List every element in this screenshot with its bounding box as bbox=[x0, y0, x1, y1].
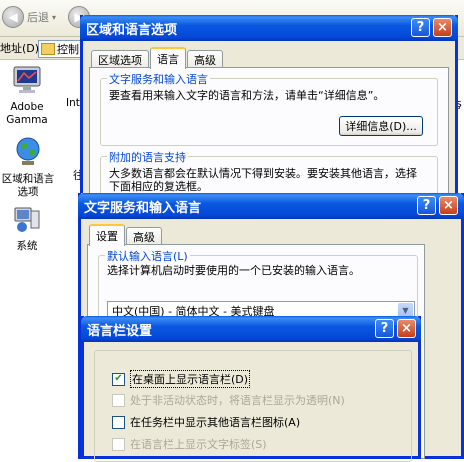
region-dialog-title: 区域和语言选项 bbox=[86, 22, 178, 38]
details-button[interactable]: 详细信息(D)... bbox=[339, 116, 423, 136]
back-label: 后退 bbox=[27, 11, 49, 24]
desktop-icon-label: 系统 bbox=[16, 240, 38, 252]
text-services-tabs: 设置 高级 bbox=[89, 224, 163, 246]
language-bar-title: 语言栏设置 bbox=[87, 323, 153, 339]
option-label: 在桌面上显示语言栏(D) bbox=[130, 370, 251, 388]
language-bar-titlebar[interactable]: 语言栏设置 ? × bbox=[81, 316, 421, 342]
tab-label: 高级 bbox=[133, 230, 155, 244]
tab-advanced[interactable]: 高级 bbox=[126, 227, 162, 245]
option-taskbar-icons[interactable]: 在任务栏中显示其他语言栏图标(A) bbox=[112, 414, 300, 430]
supplemental-line: 下面相应的复选框。 bbox=[109, 180, 208, 193]
folder-icon bbox=[41, 43, 55, 55]
checkbox-icon[interactable] bbox=[112, 393, 125, 407]
option-label: 在语言栏上显示文字标签(S) bbox=[130, 438, 267, 451]
option-label: 在任务栏中显示其他语言栏图标(A) bbox=[130, 416, 301, 429]
desktop-icon-regional-options[interactable]: 区域和语言选项 bbox=[0, 136, 63, 199]
option-label: 处于非活动状态时，将语言栏显示为透明(N) bbox=[130, 394, 345, 407]
tab-label: 区域选项 bbox=[98, 53, 142, 67]
region-tabs: 区域选项 语言 高级 bbox=[91, 47, 224, 69]
language-bar-settings-dialog: 语言栏设置 ? × ✔ 在桌面上显示语言栏(D) 处于非活动状态时，将语言栏显示… bbox=[81, 316, 421, 462]
group-title: 附加的语言支持 bbox=[107, 149, 188, 165]
help-button[interactable]: ? bbox=[417, 196, 436, 215]
text-services-description: 要查看用来输入文字的语言和方法，请单击“详细信息”。 bbox=[109, 89, 385, 102]
back-button[interactable]: ◀ 后退 ▾ bbox=[2, 6, 56, 28]
desktop-icon-label: Adobe Gamma bbox=[6, 101, 48, 126]
group-title: 文字服务和输入语言 bbox=[107, 71, 210, 87]
address-label: 地址(D) bbox=[0, 42, 40, 55]
close-button[interactable]: × bbox=[433, 18, 452, 37]
close-button[interactable]: × bbox=[397, 319, 416, 338]
help-icon: ? bbox=[416, 20, 425, 35]
supplemental-description: 大多数语言都会在默认情况下得到安装。要安装其他语言，选择 下面相应的复选框。 bbox=[109, 167, 417, 193]
tab-settings[interactable]: 设置 bbox=[89, 224, 125, 246]
help-button[interactable]: ? bbox=[375, 319, 394, 338]
computer-icon bbox=[14, 207, 40, 232]
close-icon: × bbox=[437, 20, 448, 35]
checkbox-checked-icon[interactable]: ✔ bbox=[112, 372, 125, 386]
region-dialog-titlebar[interactable]: 区域和语言选项 ? × bbox=[80, 15, 458, 41]
tab-advanced[interactable]: 高级 bbox=[187, 50, 223, 68]
option-show-on-desktop[interactable]: ✔ 在桌面上显示语言栏(D) bbox=[112, 370, 251, 388]
close-button[interactable]: × bbox=[439, 196, 458, 215]
desktop-icon-system[interactable]: 系统 bbox=[0, 205, 62, 253]
text-services-titlebar[interactable]: 文字服务和输入语言 ? × bbox=[78, 193, 464, 219]
text-services-group: 文字服务和输入语言 要查看用来输入文字的语言和方法，请单击“详细信息”。 详细信… bbox=[100, 71, 438, 146]
tab-label: 高级 bbox=[194, 53, 216, 67]
address-value: 控制 bbox=[57, 43, 79, 56]
option-transparent-when-inactive[interactable]: 处于非活动状态时，将语言栏显示为透明(N) bbox=[112, 392, 345, 408]
tab-languages[interactable]: 语言 bbox=[150, 47, 186, 69]
back-arrow-icon: ◀ bbox=[2, 6, 24, 28]
monitor-icon bbox=[13, 66, 41, 93]
option-text-labels[interactable]: 在语言栏上显示文字标签(S) bbox=[112, 436, 267, 452]
default-input-description: 选择计算机启动时要使用的一个已安装的输入语言。 bbox=[107, 264, 360, 277]
desktop-icon-adobe-gamma[interactable]: Adobe Gamma bbox=[0, 66, 62, 127]
help-button[interactable]: ? bbox=[411, 18, 430, 37]
close-icon: × bbox=[443, 198, 454, 213]
back-dropdown-icon[interactable]: ▾ bbox=[52, 13, 56, 22]
close-icon: × bbox=[401, 321, 412, 336]
details-button-label: 详细信息(D)... bbox=[345, 120, 417, 133]
default-input-language-group: 默认输入语言(L) 选择计算机启动时要使用的一个已安装的输入语言。 中文(中国)… bbox=[98, 248, 418, 325]
tab-regional-options[interactable]: 区域选项 bbox=[91, 50, 149, 68]
tab-label: 语言 bbox=[157, 53, 179, 66]
globe-icon bbox=[16, 137, 40, 165]
tab-label: 设置 bbox=[96, 230, 118, 243]
help-icon: ? bbox=[422, 198, 431, 213]
desktop-icon-label: 区域和语言选项 bbox=[1, 173, 55, 198]
checkbox-icon[interactable] bbox=[112, 415, 125, 429]
checkbox-icon[interactable] bbox=[112, 437, 125, 451]
text-services-title: 文字服务和输入语言 bbox=[84, 200, 202, 216]
help-icon: ? bbox=[380, 321, 389, 336]
supplemental-line: 大多数语言都会在默认情况下得到安装。要安装其他语言，选择 bbox=[109, 167, 417, 180]
